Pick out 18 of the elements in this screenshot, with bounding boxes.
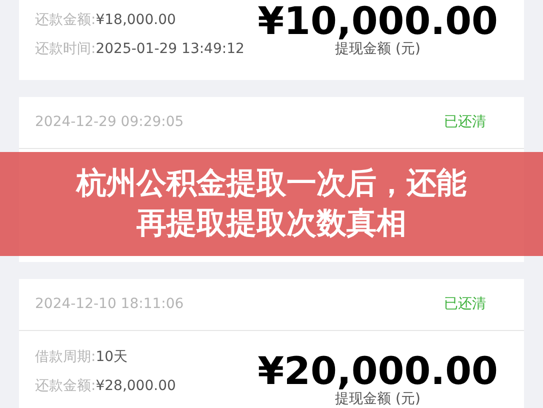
banner-title-line: 杭州公积金提取一次后，还能 <box>76 165 466 203</box>
record-date: 2024-12-29 09:29:05 <box>35 113 184 132</box>
field-value: ¥28,000.00 <box>96 377 176 396</box>
field-value: ¥18,000.00 <box>96 11 176 30</box>
status-label: 已还清 <box>444 295 486 314</box>
amount-label: 提现金额 (元) <box>335 41 420 57</box>
field-label: 借款周期: <box>35 348 96 367</box>
amount-value: ¥20,000.00 <box>258 351 498 391</box>
banner-title-line: 再提取提取次数真相 <box>136 205 406 243</box>
field-label: 还款金额: <box>35 11 96 30</box>
amount-label: 提现金额 (元) <box>335 391 420 407</box>
field-label: 还款金额: <box>35 377 96 396</box>
record-date: 2024-12-10 18:11:06 <box>35 295 184 314</box>
amount-value: ¥10,000.00 <box>258 1 498 41</box>
status-label: 已还清 <box>444 113 486 132</box>
field-value: 10天 <box>96 348 128 367</box>
field-value: 2025-01-29 13:49:12 <box>96 40 244 59</box>
field-label: 还款时间: <box>35 40 96 59</box>
